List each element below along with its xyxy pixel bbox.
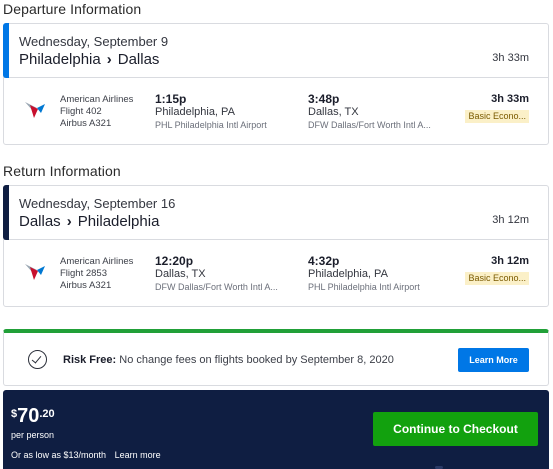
depart-time: 1:15p — [155, 92, 187, 106]
return-card-header: Wednesday, September 16 Dallas › Philade… — [3, 185, 548, 240]
american-airlines-logo-icon — [25, 102, 45, 118]
airline-name: American Airlines — [60, 94, 134, 105]
fare-class-badge: Basic Econo... — [465, 110, 529, 123]
price-dollars: 70 — [17, 405, 40, 427]
risk-free-text: Risk Free: No change fees on flights boo… — [63, 354, 394, 366]
learn-more-button[interactable]: Learn More — [458, 348, 529, 372]
flight-number: Flight 402 — [60, 106, 102, 117]
price-cents: .20 — [39, 408, 55, 420]
return-segment-summary: 3h 12m Basic Econo... — [465, 254, 529, 286]
arrive-time: 4:32p — [308, 254, 340, 268]
fare-class-badge: Basic Econo... — [465, 272, 529, 285]
departure-accent-bar — [3, 23, 9, 78]
price-display: $ 70 .20 — [11, 405, 55, 427]
arrive-airport: PHL Philadelphia Intl Airport — [308, 282, 420, 292]
segment-duration: 3h 12m — [491, 255, 529, 267]
return-total-duration: 3h 12m — [492, 214, 529, 226]
departure-section-title: Departure Information — [3, 1, 142, 17]
airline-name: American Airlines — [60, 256, 134, 267]
risk-free-banner: Risk Free: No change fees on flights boo… — [3, 329, 549, 386]
financing-learn-more-link[interactable]: Learn more — [115, 450, 161, 460]
arrive-airport: DFW Dallas/Fort Worth Intl A... — [308, 120, 431, 130]
financing-text: Or as low as $13/month Learn more — [11, 450, 161, 460]
return-route: Dallas › Philadelphia — [19, 213, 159, 230]
return-date: Wednesday, September 16 — [19, 196, 176, 211]
arrive-city: Philadelphia, PA — [308, 268, 388, 280]
return-flight-card[interactable]: Wednesday, September 16 Dallas › Philade… — [3, 185, 549, 307]
aircraft-type: Airbus A321 — [60, 280, 112, 291]
arrive-city: Dallas, TX — [308, 106, 359, 118]
departure-date: Wednesday, September 9 — [19, 34, 169, 49]
return-leg-destination: 4:32p Philadelphia, PA PHL Philadelphia … — [308, 254, 420, 294]
return-segment: American Airlines Flight 2853 Airbus A32… — [4, 240, 548, 304]
depart-city: Dallas, TX — [155, 268, 206, 280]
continue-to-checkout-button[interactable]: Continue to Checkout — [373, 412, 538, 446]
departure-leg-destination: 3:48p Dallas, TX DFW Dallas/Fort Worth I… — [308, 92, 431, 132]
flight-number: Flight 2853 — [60, 268, 108, 279]
departure-segment-summary: 3h 33m Basic Econo... — [465, 92, 529, 124]
departure-route: Philadelphia › Dallas — [19, 51, 159, 68]
depart-time: 12:20p — [155, 254, 194, 268]
departure-airline-info: American Airlines Flight 402 Airbus A321 — [60, 94, 133, 130]
departure-destination: Dallas — [117, 51, 160, 68]
segment-duration: 3h 33m — [491, 93, 529, 105]
departure-segment: American Airlines Flight 402 Airbus A321… — [4, 78, 548, 142]
return-section-title: Return Information — [3, 163, 121, 179]
return-origin: Dallas — [19, 213, 61, 230]
departure-flight-card[interactable]: Wednesday, September 9 Philadelphia › Da… — [3, 23, 549, 145]
check-circle-icon — [28, 350, 47, 369]
departure-origin: Philadelphia — [19, 51, 101, 68]
depart-airport: PHL Philadelphia Intl Airport — [155, 120, 267, 130]
per-person-label: per person — [11, 430, 55, 440]
risk-free-label: Risk Free: — [63, 354, 117, 366]
return-destination: Philadelphia — [77, 213, 160, 230]
departure-leg-origin: 1:15p Philadelphia, PA PHL Philadelphia … — [155, 92, 267, 132]
aircraft-type: Airbus A321 — [60, 118, 112, 129]
departure-card-header: Wednesday, September 9 Philadelphia › Da… — [3, 23, 548, 78]
checkout-bar: $ 70 .20 per person Or as low as $13/mon… — [3, 390, 549, 469]
return-accent-bar — [3, 185, 9, 240]
as-low-as-text: Or as low as $13/month — [11, 450, 107, 460]
arrive-time: 3:48p — [308, 92, 340, 106]
chevron-right-icon: › — [66, 213, 72, 230]
depart-city: Philadelphia, PA — [155, 106, 235, 118]
depart-airport: DFW Dallas/Fort Worth Intl A... — [155, 282, 278, 292]
risk-free-description: No change fees on flights booked by Sept… — [119, 354, 394, 366]
american-airlines-logo-icon — [25, 264, 45, 280]
chevron-right-icon: › — [106, 51, 112, 68]
departure-total-duration: 3h 33m — [492, 52, 529, 64]
return-leg-origin: 12:20p Dallas, TX DFW Dallas/Fort Worth … — [155, 254, 278, 294]
return-airline-info: American Airlines Flight 2853 Airbus A32… — [60, 256, 133, 292]
